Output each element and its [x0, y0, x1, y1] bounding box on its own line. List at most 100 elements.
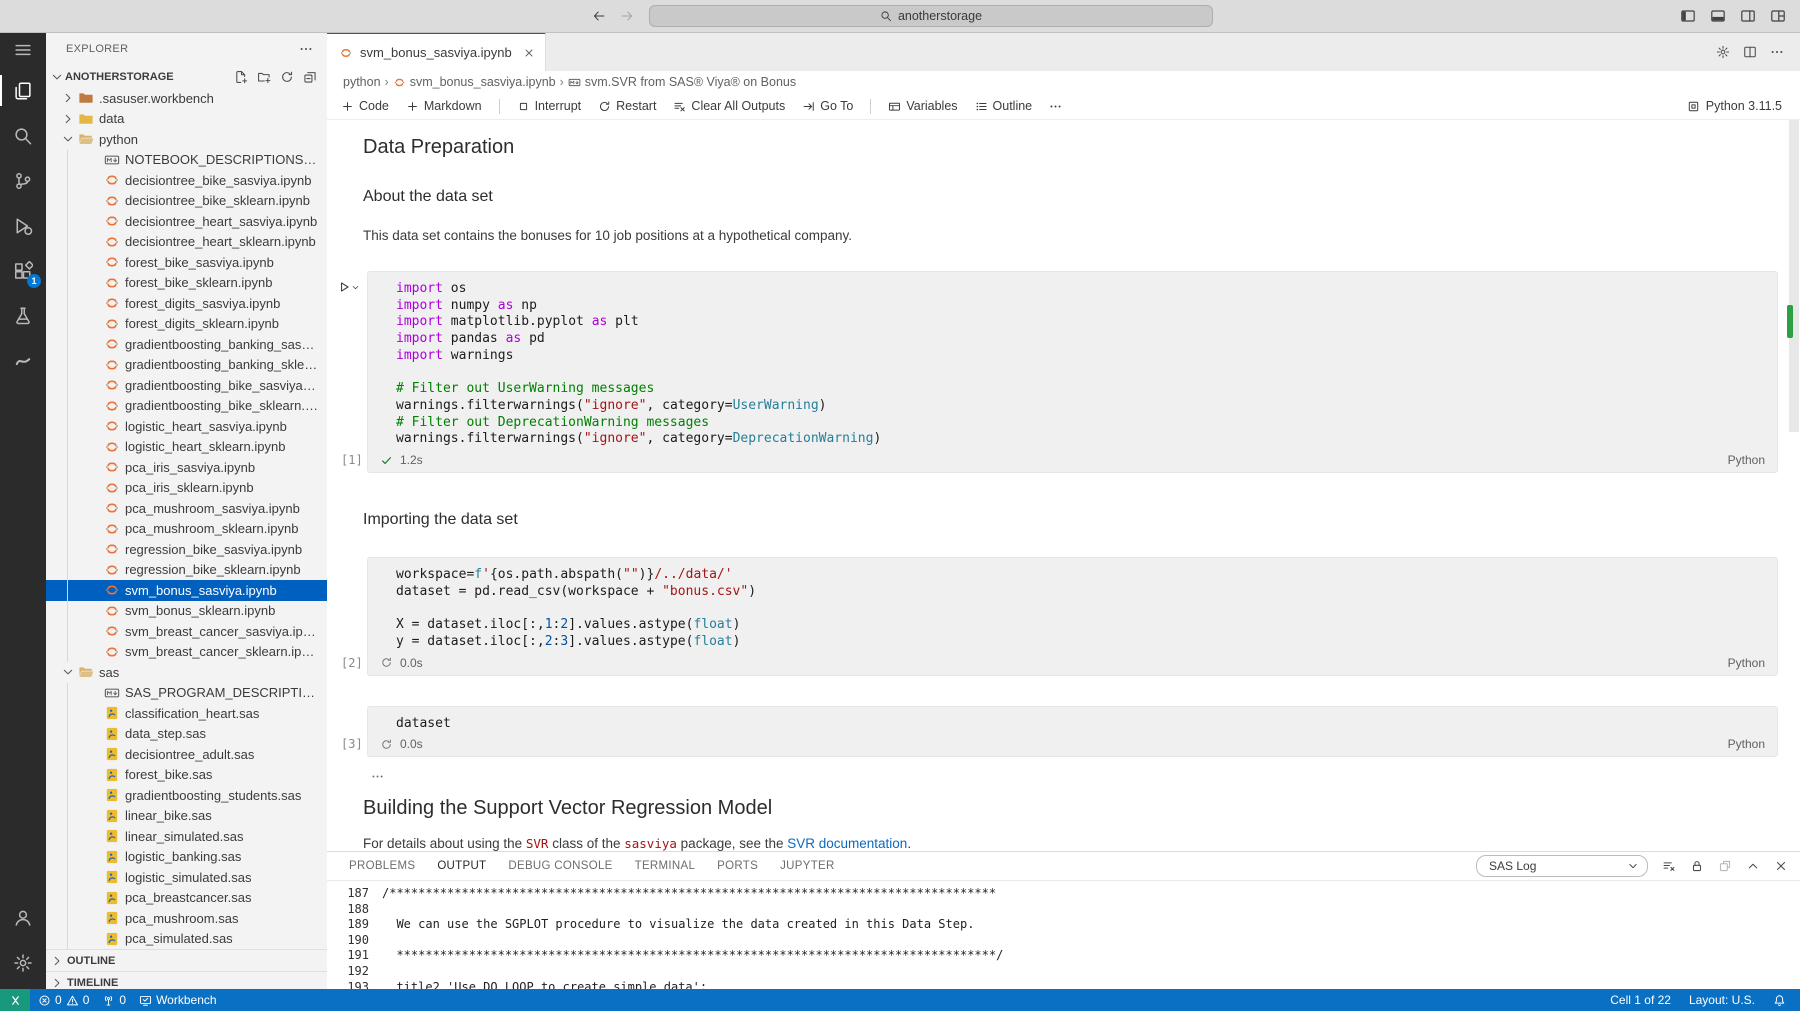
tree-item-python[interactable]: python: [46, 129, 327, 150]
tree-item-decisiontree_heart_sasviya.ipynb[interactable]: decisiontree_heart_sasviya.ipynb: [46, 211, 327, 232]
tree-item-gradientboosting_students.sas[interactable]: gradientboosting_students.sas: [46, 785, 327, 806]
toolbar-interrupt-button[interactable]: Interrupt: [517, 99, 582, 113]
tree-item-linear_simulated.sas[interactable]: linear_simulated.sas: [46, 826, 327, 847]
tree-item-svm_bonus_sasviya.ipynb[interactable]: svm_bonus_sasviya.ipynb: [46, 580, 327, 601]
tree-item-NOTEBOOK_DESCRIPTIONS.md[interactable]: NOTEBOOK_DESCRIPTIONS.md: [46, 150, 327, 171]
activity-item-search[interactable]: [0, 113, 46, 158]
rerun-icon[interactable]: [380, 656, 393, 669]
tree-item-gradientboosting_bike_sasviya.ipynb[interactable]: gradientboosting_bike_sasviya.ipynb: [46, 375, 327, 396]
markdown-cell[interactable]: Importing the data set: [363, 509, 1800, 530]
tree-item-logistic_heart_sklearn.ipynb[interactable]: logistic_heart_sklearn.ipynb: [46, 437, 327, 458]
lock-icon[interactable]: [1690, 859, 1704, 873]
tree-item-classification_heart.sas[interactable]: classification_heart.sas: [46, 703, 327, 724]
toggle-panel-icon[interactable]: [1710, 8, 1726, 24]
scrollbar[interactable]: [1789, 120, 1799, 432]
doc-link[interactable]: SVR documentation: [787, 836, 907, 851]
tab-svm-bonus-sasviya[interactable]: svm_bonus_sasviya.ipynb: [327, 32, 546, 71]
workbench-status[interactable]: Workbench: [139, 993, 216, 1007]
panel-tab-output[interactable]: OUTPUT: [437, 852, 486, 881]
activity-item-accounts[interactable]: [0, 895, 46, 940]
tree-item-forest_bike_sasviya.ipynb[interactable]: forest_bike_sasviya.ipynb: [46, 252, 327, 273]
tree-item-logistic_heart_sasviya.ipynb[interactable]: logistic_heart_sasviya.ipynb: [46, 416, 327, 437]
kernel-picker[interactable]: Python 3.11.5: [1687, 99, 1800, 113]
tree-item-pca_mushroom_sklearn.ipynb[interactable]: pca_mushroom_sklearn.ipynb: [46, 519, 327, 540]
refresh-icon[interactable]: [280, 70, 294, 84]
tree-item-logistic_simulated.sas[interactable]: logistic_simulated.sas: [46, 867, 327, 888]
panel-tab-jupyter[interactable]: JUPYTER: [780, 852, 835, 881]
sidebar-section-timeline[interactable]: TIMELINE: [46, 971, 327, 989]
new-folder-icon[interactable]: [257, 70, 271, 84]
cell-language[interactable]: Python: [1728, 656, 1765, 670]
tree-item-decisiontree_bike_sasviya.ipynb[interactable]: decisiontree_bike_sasviya.ipynb: [46, 170, 327, 191]
activity-item-testing[interactable]: [0, 293, 46, 338]
split-editor-icon[interactable]: [1743, 45, 1757, 59]
tree-item-linear_bike.sas[interactable]: linear_bike.sas: [46, 806, 327, 827]
cell-indicator[interactable]: Cell 1 of 22: [1610, 993, 1671, 1007]
problems-status[interactable]: 00: [38, 993, 89, 1007]
collapse-all-icon[interactable]: [303, 70, 317, 84]
maximize-panel-icon[interactable]: [1746, 859, 1760, 873]
code-cell[interactable]: workspace=f'{os.path.abspath("")}/../dat…: [367, 557, 1778, 676]
panel-tab-ports[interactable]: PORTS: [717, 852, 758, 881]
more-actions-icon[interactable]: [299, 42, 313, 56]
tree-item-pca_iris_sasviya.ipynb[interactable]: pca_iris_sasviya.ipynb: [46, 457, 327, 478]
tree-item-pca_iris_sklearn.ipynb[interactable]: pca_iris_sklearn.ipynb: [46, 478, 327, 499]
tree-item-forest_digits_sklearn.ipynb[interactable]: forest_digits_sklearn.ipynb: [46, 314, 327, 335]
toggle-secondary-sidebar-icon[interactable]: [1740, 8, 1756, 24]
cell-more-indicator[interactable]: [371, 769, 1800, 783]
toolbar-markdown-button[interactable]: Markdown: [406, 99, 482, 113]
tree-item-pca_breastcancer.sas[interactable]: pca_breastcancer.sas: [46, 888, 327, 909]
toolbar-more-button[interactable]: [1049, 100, 1062, 113]
toolbar-outline-button[interactable]: Outline: [975, 99, 1033, 113]
tree-item-gradientboosting_banking_sasviya.ipynb[interactable]: gradientboosting_banking_sasviya.ipynb: [46, 334, 327, 355]
tree-item-forest_bike_sklearn.ipynb[interactable]: forest_bike_sklearn.ipynb: [46, 273, 327, 294]
toolbar-clear-all-outputs-button[interactable]: Clear All Outputs: [673, 99, 785, 113]
layout-indicator[interactable]: Layout: U.S.: [1689, 993, 1755, 1007]
breadcrumb-item[interactable]: python: [343, 75, 381, 89]
markdown-cell[interactable]: Data PreparationAbout the data setThis d…: [363, 134, 1800, 245]
panel-tab-terminal[interactable]: TERMINAL: [635, 852, 696, 881]
command-center-search[interactable]: anotherstorage: [649, 5, 1213, 27]
panel-tab-debug-console[interactable]: DEBUG CONSOLE: [508, 852, 612, 881]
tree-item-pca_simulated.sas[interactable]: pca_simulated.sas: [46, 929, 327, 950]
ports-status[interactable]: 0: [102, 993, 126, 1007]
close-tab-icon[interactable]: [523, 47, 535, 59]
new-file-icon[interactable]: [234, 70, 248, 84]
tree-item-forest_bike.sas[interactable]: forest_bike.sas: [46, 765, 327, 786]
more-actions-icon[interactable]: [1770, 45, 1784, 59]
tree-item-SAS_PROGRAM_DESCRIPTIONS.md[interactable]: SAS_PROGRAM_DESCRIPTIONS.md: [46, 683, 327, 704]
activity-item-source-control[interactable]: [0, 158, 46, 203]
activity-item-menu[interactable]: [0, 32, 46, 68]
activity-item-explorer[interactable]: [0, 68, 46, 113]
toolbar-go-to-button[interactable]: Go To: [802, 99, 853, 113]
tree-item-decisiontree_adult.sas[interactable]: decisiontree_adult.sas: [46, 744, 327, 765]
clear-output-icon[interactable]: [1662, 859, 1676, 873]
tree-item-logistic_banking.sas[interactable]: logistic_banking.sas: [46, 847, 327, 868]
tree-item-data_step.sas[interactable]: data_step.sas: [46, 724, 327, 745]
cell-language[interactable]: Python: [1728, 453, 1765, 467]
toolbar-restart-button[interactable]: Restart: [598, 99, 656, 113]
code-cell[interactable]: dataset[3]0.0sPython: [367, 706, 1778, 758]
tree-item-pca_mushroom_sasviya.ipynb[interactable]: pca_mushroom_sasviya.ipynb: [46, 498, 327, 519]
markdown-cell[interactable]: Building the Support Vector Regression M…: [363, 795, 1800, 851]
tree-item-gradientboosting_banking_sklearn.ipynb[interactable]: gradientboosting_banking_sklearn.ipynb: [46, 355, 327, 376]
activity-item-sas-extension[interactable]: [0, 338, 46, 383]
open-output-in-editor-icon[interactable]: [1718, 859, 1732, 873]
tree-item-gradientboosting_bike_sklearn.ipynb[interactable]: gradientboosting_bike_sklearn.ipynb: [46, 396, 327, 417]
toolbar-code-button[interactable]: Code: [341, 99, 389, 113]
panel-tab-problems[interactable]: PROBLEMS: [349, 852, 415, 881]
cell-language[interactable]: Python: [1728, 737, 1765, 751]
tree-item-regression_bike_sasviya.ipynb[interactable]: regression_bike_sasviya.ipynb: [46, 539, 327, 560]
tree-item-svm_breast_cancer_sasviya.ipynb[interactable]: svm_breast_cancer_sasviya.ipynb: [46, 621, 327, 642]
close-panel-icon[interactable]: [1774, 859, 1788, 873]
tree-item-decisiontree_heart_sklearn.ipynb[interactable]: decisiontree_heart_sklearn.ipynb: [46, 232, 327, 253]
tree-item-svm_breast_cancer_sklearn.ipynb[interactable]: svm_breast_cancer_sklearn.ipynb: [46, 642, 327, 663]
tree-item-regression_bike_sklearn.ipynb[interactable]: regression_bike_sklearn.ipynb: [46, 560, 327, 581]
toggle-primary-sidebar-icon[interactable]: [1680, 8, 1696, 24]
editor-settings-icon[interactable]: [1716, 45, 1730, 59]
tree-item-pca_mushroom.sas[interactable]: pca_mushroom.sas: [46, 908, 327, 929]
activity-item-run-and-debug[interactable]: [0, 203, 46, 248]
activity-item-extensions[interactable]: 1: [0, 248, 46, 293]
forward-icon[interactable]: [620, 9, 634, 23]
rerun-icon[interactable]: [380, 738, 393, 751]
